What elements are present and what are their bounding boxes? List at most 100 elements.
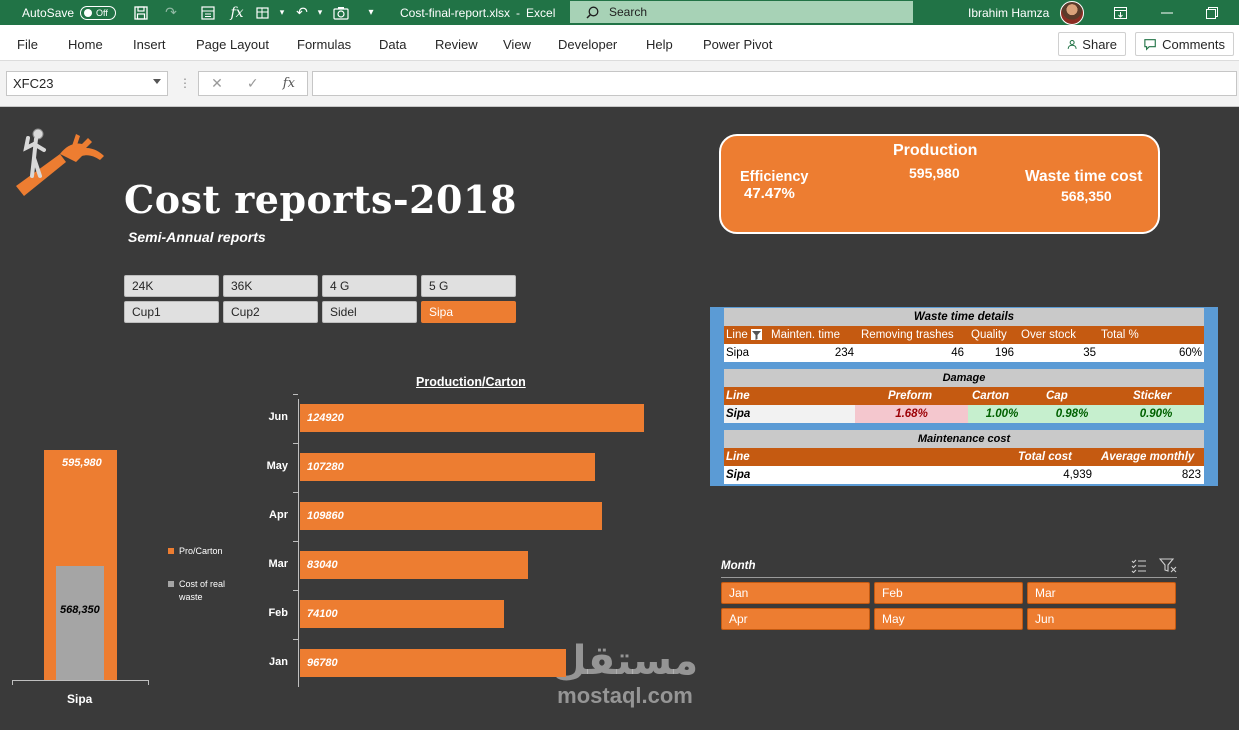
bar-chart-axis [298, 399, 299, 687]
legend-item-pro-carton: Pro/Carton [168, 545, 258, 558]
slicer-item-cup1[interactable]: Cup1 [124, 301, 219, 323]
avatar[interactable] [1060, 0, 1084, 25]
details-tables: Waste time details Line Mainten. time Re… [710, 307, 1218, 486]
waste-cell-quality: 196 [994, 347, 1014, 359]
month-item-mar[interactable]: Mar [1027, 582, 1176, 604]
axis-tick [293, 541, 298, 542]
slicer-item-sidel[interactable]: Sidel [322, 301, 417, 323]
slicer-item-cup2[interactable]: Cup2 [223, 301, 318, 323]
month-item-jun[interactable]: Jun [1027, 608, 1176, 630]
waste-col-total: Total % [1101, 329, 1139, 341]
camera-icon[interactable] [331, 3, 351, 23]
customize-toolbar-icon[interactable]: ▾ [361, 3, 381, 23]
bar-apr [300, 502, 602, 530]
month-slicer-divider [721, 577, 1177, 578]
tick-label-apr: Apr [269, 509, 288, 521]
tab-insert[interactable]: Insert [133, 37, 166, 52]
chart-title: Production/Carton [416, 375, 526, 389]
waste-time-cost-label: Waste time cost [1025, 168, 1143, 185]
share-button[interactable]: Share [1058, 32, 1126, 56]
minimize-icon[interactable] [1157, 3, 1177, 23]
legend-label-pro-carton: Pro/Carton [179, 546, 223, 556]
production-label: Production [893, 142, 978, 159]
redo-icon[interactable]: ↷ [161, 3, 181, 23]
comments-button[interactable]: Comments [1135, 32, 1234, 56]
data-label-cost-of-real-waste: 568,350 [60, 604, 100, 616]
waste-time-cost-value: 568,350 [1061, 188, 1112, 204]
format-cells-icon[interactable] [253, 3, 273, 23]
axis-tick [293, 639, 298, 640]
tab-data[interactable]: Data [379, 37, 406, 52]
function-icon[interactable]: fx [227, 3, 247, 23]
ribbon-display-options-icon[interactable] [1110, 3, 1130, 23]
share-icon [1067, 39, 1077, 49]
name-box[interactable]: XFC23 [6, 71, 168, 96]
tab-formulas[interactable]: Formulas [297, 37, 351, 52]
waste-col-maintenance: Mainten. time [771, 329, 841, 341]
page-subtitle: Semi-Annual reports [128, 229, 266, 245]
slicer-item-4g[interactable]: 4 G [322, 275, 417, 297]
tab-help[interactable]: Help [646, 37, 673, 52]
formula-buttons: ✕ ✓ fx [198, 71, 308, 96]
damage-col-carton: Carton [972, 390, 1010, 402]
tick-label-jan: Jan [269, 656, 288, 668]
cancel-icon[interactable]: ✕ [211, 75, 223, 92]
form-icon[interactable] [198, 3, 218, 23]
damage-cell-preform: 1.68% [855, 405, 968, 423]
enter-icon[interactable]: ✓ [247, 75, 259, 92]
data-label-may: 107280 [307, 461, 344, 473]
maintenance-col-total-cost: Total cost [1018, 451, 1072, 463]
ribbon: File Home Insert Page Layout Formulas Da… [0, 25, 1239, 61]
tick-label-may: May [266, 460, 288, 472]
tab-developer[interactable]: Developer [558, 37, 617, 52]
damage-cell-line: Sipa [724, 405, 855, 423]
slicer-item-24k[interactable]: 24K [124, 275, 219, 297]
undo-icon[interactable]: ↶ [292, 3, 312, 23]
damage-col-preform: Preform [888, 390, 933, 402]
tab-review[interactable]: Review [435, 37, 478, 52]
autosave-toggle[interactable]: Off [80, 5, 116, 20]
save-icon[interactable] [131, 3, 151, 23]
kpi-card: Production 595,980 Efficiency 47.47% Was… [719, 134, 1160, 234]
efficiency-value: 47.47% [744, 185, 795, 202]
name-box-dropdown-icon[interactable] [153, 79, 161, 84]
restore-icon[interactable] [1202, 3, 1222, 23]
month-item-feb[interactable]: Feb [874, 582, 1023, 604]
undo-dropdown-icon[interactable]: ▾ [310, 3, 330, 23]
production-value: 595,980 [909, 165, 960, 181]
bar-jan [300, 649, 566, 677]
damage-cell-cap: 0.98% [1036, 405, 1108, 423]
axis-tick [293, 492, 298, 493]
month-item-jan[interactable]: Jan [721, 582, 870, 604]
autosave-label: AutoSave [22, 5, 75, 20]
month-item-apr[interactable]: Apr [721, 608, 870, 630]
more-options-icon[interactable]: ⋮ [179, 76, 191, 90]
tab-page-layout[interactable]: Page Layout [196, 37, 269, 52]
search-box[interactable]: Search [570, 1, 913, 23]
formula-input[interactable] [312, 71, 1237, 96]
slicer-item-sipa[interactable]: Sipa [421, 301, 516, 323]
tab-file[interactable]: File [17, 37, 38, 52]
slicer-item-36k[interactable]: 36K [223, 275, 318, 297]
filter-icon[interactable] [751, 329, 762, 340]
column-category-label: Sipa [67, 692, 93, 706]
damage-table-title: Damage [724, 369, 1204, 387]
slicer-item-5g[interactable]: 5 G [421, 275, 516, 297]
tab-view[interactable]: View [503, 37, 531, 52]
data-label-jun: 124920 [307, 412, 344, 424]
month-item-may[interactable]: May [874, 608, 1023, 630]
insert-function-icon[interactable]: fx [283, 76, 295, 91]
efficiency-label: Efficiency [740, 169, 809, 185]
multi-select-icon[interactable] [1131, 558, 1147, 573]
clear-filter-icon[interactable] [1159, 558, 1177, 573]
legend-swatch-gray [168, 581, 174, 587]
formula-bar: XFC23 ⋮ ✕ ✓ fx [0, 61, 1239, 107]
chevron-down-icon[interactable]: ▾ [272, 3, 292, 23]
tick-label-mar: Mar [268, 558, 288, 570]
tab-power-pivot[interactable]: Power Pivot [703, 37, 772, 52]
month-slicer-title: Month [721, 560, 756, 572]
tab-home[interactable]: Home [68, 37, 103, 52]
bar-cost-of-real-waste [56, 566, 104, 680]
user-name[interactable]: Ibrahim Hamza [968, 6, 1049, 20]
name-box-value: XFC23 [13, 76, 54, 91]
